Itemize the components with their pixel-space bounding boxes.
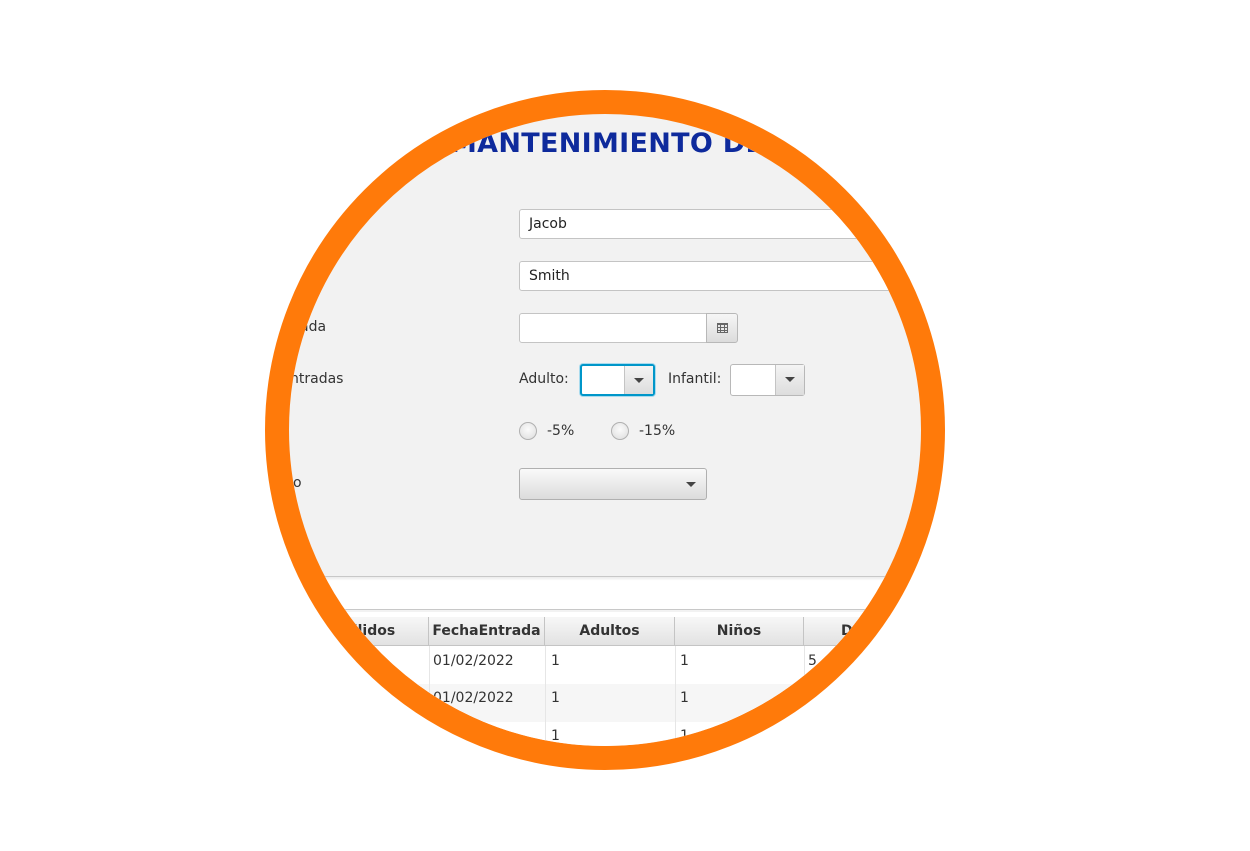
column-divider (804, 646, 805, 746)
app-window: MANTENIMIENTO DE Jacob Smith ada ntradas… (289, 114, 921, 746)
nombre-input[interactable]: Jacob (519, 209, 919, 239)
table-cell: 1 (551, 728, 560, 744)
column-divider (545, 646, 546, 746)
tipo-choicebox[interactable] (519, 468, 707, 500)
magnifier-ring: MANTENIMIENTO DE Jacob Smith ada ntradas… (265, 90, 945, 770)
column-divider (675, 646, 676, 746)
adulto-label: Adulto: (519, 371, 569, 387)
table-cell: 5 (808, 653, 817, 669)
page-title: MANTENIMIENTO DE (450, 128, 765, 159)
column-header-adultos[interactable]: Adultos (545, 617, 675, 646)
table-cell: 1 (680, 653, 689, 669)
table-cell: 1 (551, 690, 560, 706)
adulto-dropdown-button[interactable] (624, 366, 653, 394)
infantil-label: Infantil: (668, 371, 722, 387)
table-cell: 1 (680, 690, 689, 706)
table-cell: 1 (551, 653, 560, 669)
descuento-15-label: -15% (639, 423, 676, 439)
table-cell: 01/02/2022 (433, 653, 514, 669)
chevron-down-icon (634, 378, 644, 383)
adulto-combo[interactable] (580, 364, 655, 396)
column-divider (429, 646, 430, 746)
entradas-label: ntradas (290, 371, 344, 387)
table-cell: 1 (680, 728, 689, 744)
fecha-entrada-label: ada (300, 319, 327, 335)
chevron-down-icon (785, 377, 795, 382)
column-header-ninos[interactable]: Niños (675, 617, 804, 646)
infantil-combo[interactable] (730, 364, 805, 396)
date-picker-button[interactable] (706, 313, 738, 343)
column-header-apellidos[interactable]: llidos (320, 617, 429, 646)
separator-panel (289, 576, 900, 610)
calendar-icon (717, 323, 728, 333)
tipo-label: o (293, 475, 302, 491)
apellidos-input[interactable]: Smith (519, 261, 919, 291)
infantil-dropdown-button[interactable] (775, 365, 804, 395)
descuento-5-radio[interactable] (519, 422, 537, 440)
fecha-entrada-input[interactable] (519, 313, 707, 343)
descuento-15-radio[interactable] (611, 422, 629, 440)
descuento-5-label: -5% (547, 423, 575, 439)
chevron-down-icon (686, 482, 696, 487)
table-cell: 01/02/2022 (433, 690, 514, 706)
column-header-descuento[interactable]: De (804, 617, 900, 646)
column-header-fechaentrada[interactable]: FechaEntrada (429, 617, 545, 646)
